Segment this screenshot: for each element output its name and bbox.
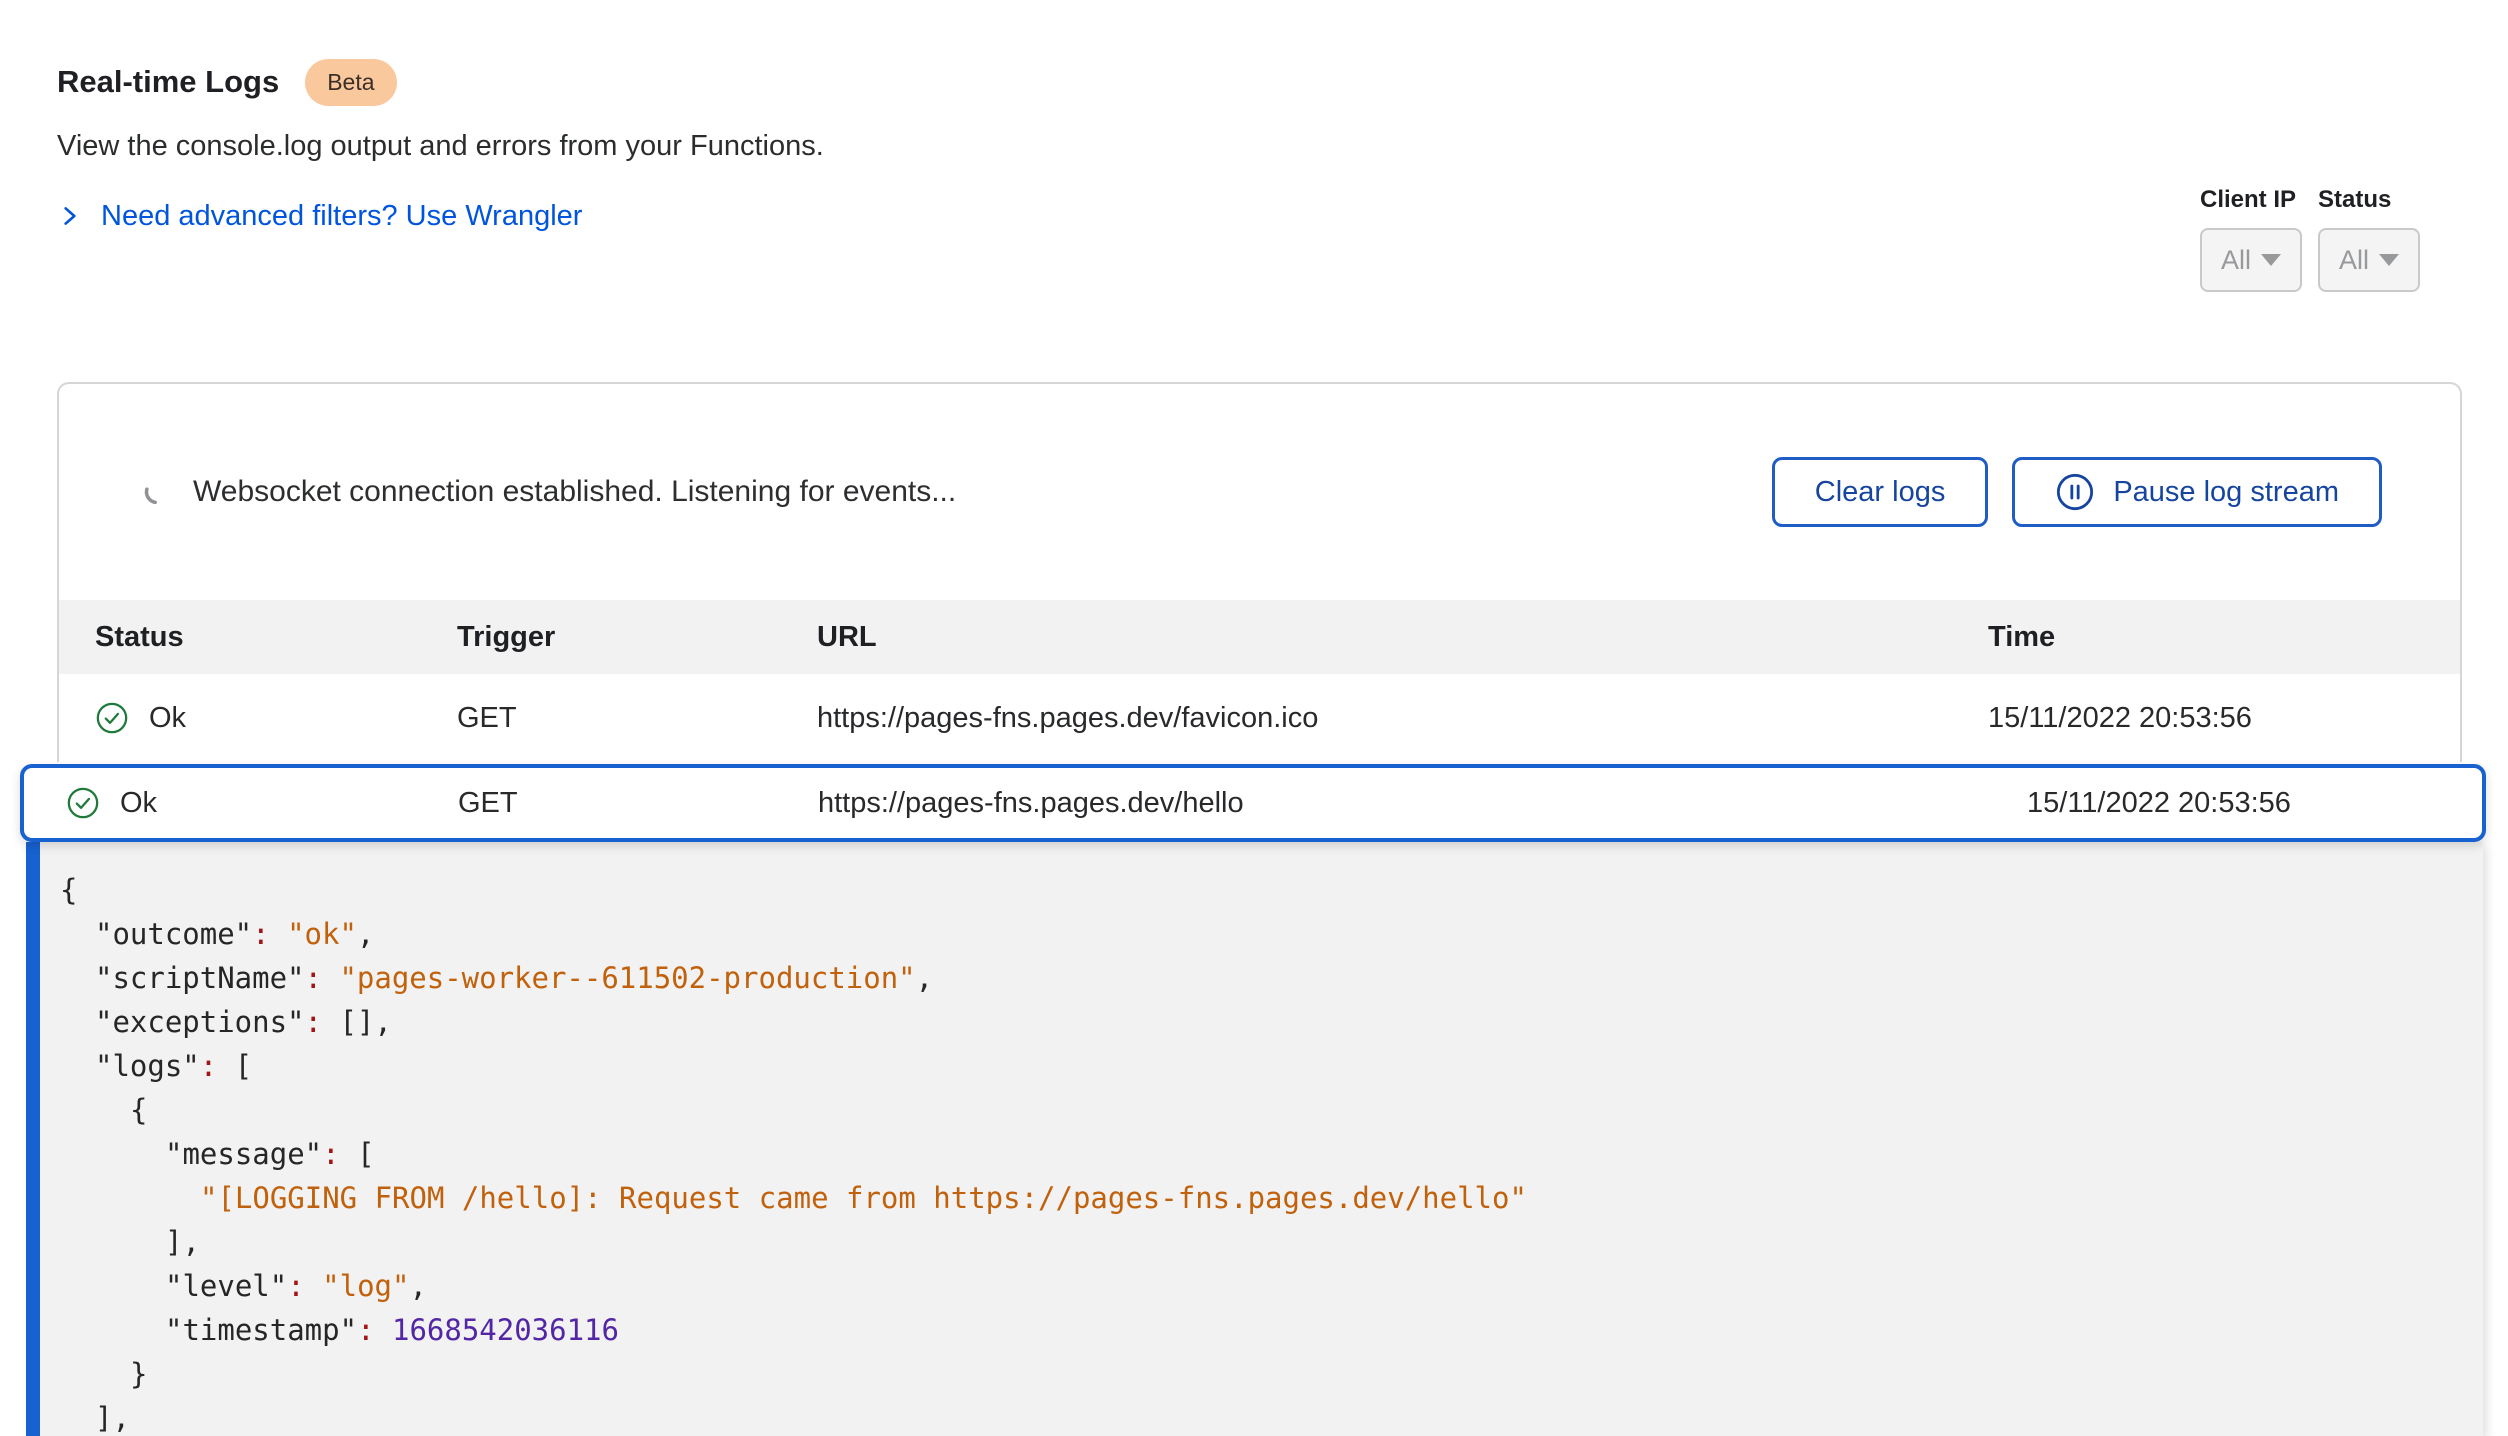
clear-logs-button[interactable]: Clear logs [1772, 457, 1989, 527]
page-header: Real-time Logs Beta View the console.log… [0, 0, 2508, 234]
page-title: Real-time Logs [57, 64, 279, 100]
row-time: 15/11/2022 20:53:56 [1991, 787, 2446, 820]
websocket-status-text: Websocket connection established. Listen… [193, 475, 956, 509]
pause-log-stream-button[interactable]: Pause log stream [2012, 457, 2382, 527]
row-url: https://pages-fns.pages.dev/favicon.ico [817, 702, 1952, 735]
row-url: https://pages-fns.pages.dev/hello [818, 787, 1991, 820]
code-line: "[LOGGING FROM /hello]: Request came fro… [60, 1176, 2483, 1220]
code-line: "message": [ [60, 1132, 2483, 1176]
spinner-icon [143, 478, 171, 506]
table-row[interactable]: Ok GET https://pages-fns.pages.dev/favic… [59, 674, 2460, 762]
code-line: "level": "log", [60, 1264, 2483, 1308]
status-filter-label: Status [2318, 186, 2420, 214]
caret-down-icon [2261, 254, 2281, 266]
beta-badge: Beta [305, 59, 396, 106]
pause-circle-icon [2055, 472, 2095, 512]
logs-card: Websocket connection established. Listen… [57, 382, 2462, 762]
check-circle-icon [66, 786, 100, 820]
client-ip-filter: Client IP All [2200, 186, 2302, 292]
expanded-log: Ok GET https://pages-fns.pages.dev/hello… [20, 764, 2486, 1436]
code-line: "scriptName": "pages-worker--611502-prod… [60, 956, 2483, 1000]
status-dropdown-value: All [2339, 245, 2369, 276]
caret-down-icon [2379, 254, 2399, 266]
code-line: "logs": [ [60, 1044, 2483, 1088]
code-line: "outcome": "ok", [60, 912, 2483, 956]
code-line: { [60, 1088, 2483, 1132]
code-line: } [60, 1352, 2483, 1396]
json-panel-code: {"outcome": "ok","scriptName": "pages-wo… [60, 868, 2483, 1436]
row-trigger: GET [458, 787, 818, 820]
code-line: ], [60, 1396, 2483, 1436]
wrangler-link-label: Need advanced filters? Use Wrangler [101, 200, 582, 233]
client-ip-dropdown[interactable]: All [2200, 228, 2302, 292]
code-line: "exceptions": [], [60, 1000, 2483, 1044]
check-circle-icon [95, 701, 129, 735]
chevron-right-icon [57, 201, 83, 231]
filters: Client IP All Status All [2200, 186, 2420, 292]
column-header-url: URL [817, 621, 1952, 654]
code-line: ], [60, 1220, 2483, 1264]
row-trigger: GET [457, 702, 817, 735]
selected-log-row[interactable]: Ok GET https://pages-fns.pages.dev/hello… [20, 764, 2486, 842]
page-subtitle: View the console.log output and errors f… [57, 130, 2462, 164]
client-ip-filter-label: Client IP [2200, 186, 2302, 214]
code-line: { [60, 868, 2483, 912]
row-status: Ok [120, 787, 157, 820]
row-status: Ok [149, 702, 186, 735]
row-time: 15/11/2022 20:53:56 [1952, 702, 2424, 735]
status-dropdown[interactable]: All [2318, 228, 2420, 292]
json-panel[interactable]: {"outcome": "ok","scriptName": "pages-wo… [26, 842, 2483, 1436]
column-header-time: Time [1952, 621, 2424, 654]
column-header-trigger: Trigger [457, 621, 817, 654]
wrangler-link[interactable]: Need advanced filters? Use Wrangler [57, 198, 582, 234]
column-header-status: Status [95, 621, 457, 654]
table-header: Status Trigger URL Time [59, 600, 2460, 674]
status-filter: Status All [2318, 186, 2420, 292]
client-ip-dropdown-value: All [2221, 245, 2251, 276]
websocket-status: Websocket connection established. Listen… [143, 475, 956, 509]
code-line: "timestamp": 1668542036116 [60, 1308, 2483, 1352]
